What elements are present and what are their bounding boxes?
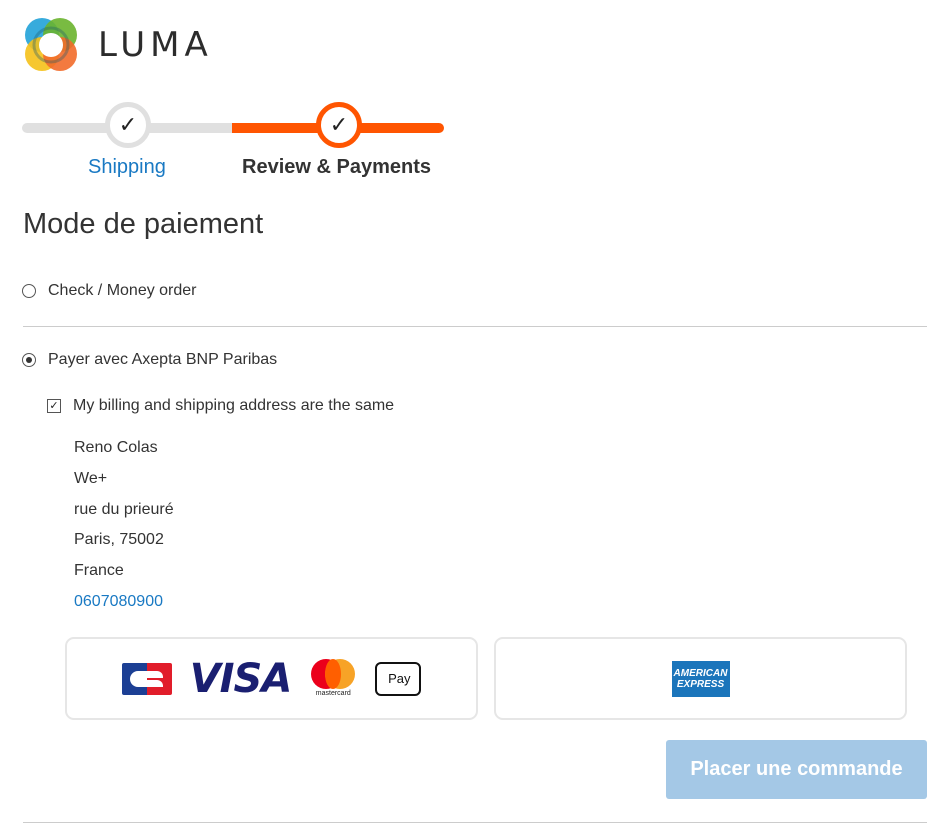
payment-method-title: Mode de paiement (23, 208, 264, 240)
address-country: France (74, 562, 124, 580)
check-money-order-radio[interactable] (22, 284, 36, 298)
address-phone-link[interactable]: 0607080900 (74, 593, 163, 610)
mastercard-logo-icon: mastercard (309, 658, 357, 699)
visa-logo-icon: VISA (189, 655, 293, 702)
address-name: Reno Colas (74, 439, 158, 456)
step-review-label: Review & Payments (242, 156, 431, 178)
address-street: rue du prieuré (74, 500, 174, 518)
step-review-check-icon: ✓ (316, 102, 362, 148)
address-company: We+ (74, 469, 108, 487)
checkout-progress-bar: ✓ ✓ Shipping Review & Payments (0, 100, 460, 190)
place-order-button[interactable]: Placer une commande (666, 740, 927, 799)
luma-logo-icon (25, 18, 77, 71)
billing-address: Reno Colas We+ rue du prieuré Paris, 750… (74, 433, 174, 618)
axepta-radio[interactable] (22, 353, 36, 367)
billing-same-checkbox[interactable]: ✓ (47, 399, 61, 413)
address-city: Paris, 75002 (74, 531, 164, 549)
payment-method-axepta[interactable]: Payer avec Axepta BNP Paribas (22, 351, 277, 369)
apple-pay-logo-icon: Pay (375, 661, 422, 696)
billing-same-as-shipping[interactable]: ✓ My billing and shipping address are th… (47, 397, 394, 415)
card-option-american-express[interactable]: AMERICAN EXPRESS (494, 637, 907, 720)
billing-same-label: My billing and shipping address are the … (73, 397, 395, 414)
american-express-logo-icon: AMERICAN EXPRESS (671, 660, 730, 697)
divider (23, 822, 927, 823)
step-shipping-link[interactable]: Shipping (88, 156, 166, 179)
divider (23, 326, 927, 327)
axepta-label: Payer avec Axepta BNP Paribas (48, 351, 278, 368)
step-shipping-check-icon: ✓ (105, 102, 151, 148)
payment-method-check[interactable]: Check / Money order (22, 282, 197, 300)
check-money-order-label: Check / Money order (48, 282, 197, 299)
cb-logo-icon (121, 662, 172, 695)
brand-name: LUMA (98, 25, 213, 65)
luma-logo[interactable]: LUMA (22, 16, 213, 74)
card-option-cb-visa-mastercard-applepay[interactable]: VISA mastercard Pay (65, 637, 478, 720)
